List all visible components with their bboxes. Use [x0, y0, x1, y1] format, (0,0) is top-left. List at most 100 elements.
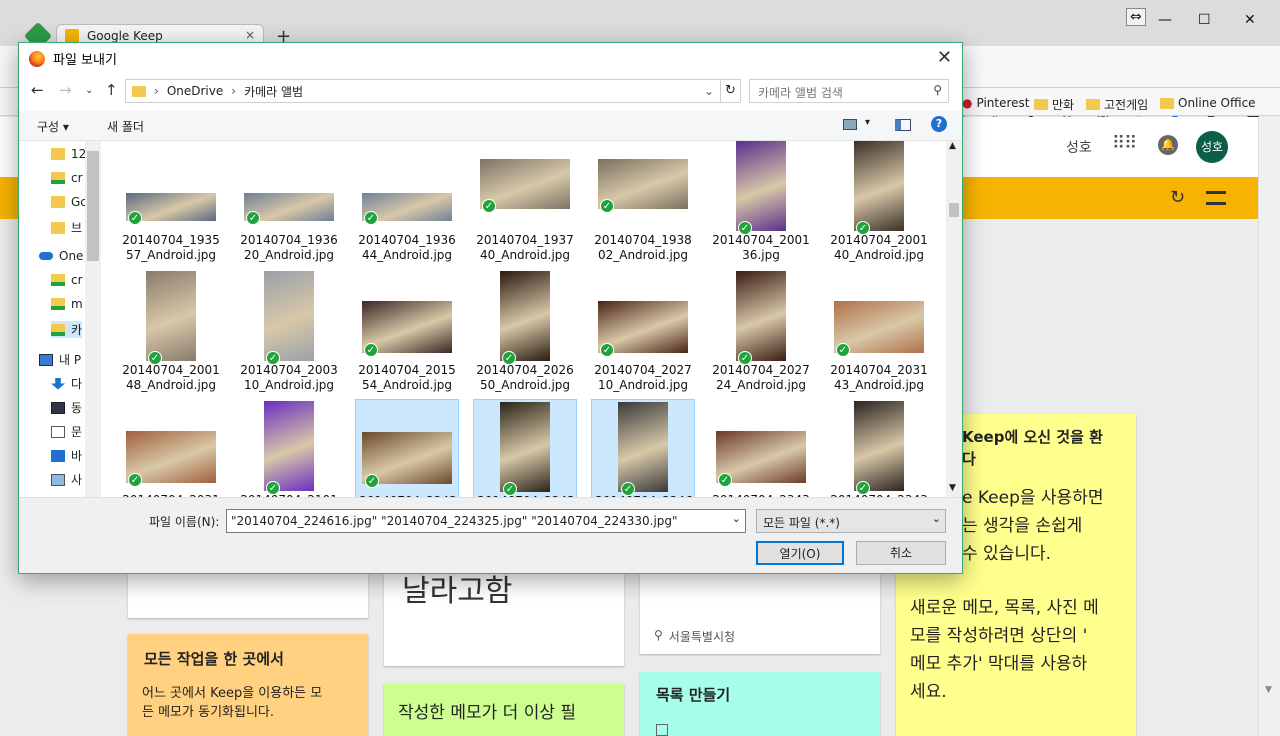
- view-dropdown-icon[interactable]: ▾: [865, 117, 870, 128]
- tree-item[interactable]: 카: [51, 321, 83, 338]
- scroll-down-icon[interactable]: ▼: [1265, 685, 1272, 695]
- tree-item[interactable]: 내 P: [39, 351, 81, 368]
- bookmark-manhwa[interactable]: 만화: [1034, 96, 1074, 113]
- note-card-archive[interactable]: 작성한 메모가 더 이상 필: [384, 684, 624, 736]
- tree-item[interactable]: cr: [51, 273, 83, 287]
- new-folder-button[interactable]: 새 폴더: [107, 118, 144, 135]
- tree-item[interactable]: 동: [51, 399, 82, 416]
- note-title: 목록 만들기: [656, 686, 731, 704]
- tree-item[interactable]: 다: [51, 375, 82, 392]
- tree-item[interactable]: 사: [51, 471, 82, 488]
- filetype-select[interactable]: 모든 파일 (*.*) ⌄: [756, 509, 946, 533]
- tree-item-label: One: [59, 249, 84, 263]
- tree-item[interactable]: 바: [51, 447, 82, 464]
- file-item[interactable]: ✓20140704_224616.jpg: [591, 399, 695, 497]
- note-card-sync[interactable]: 모든 작업을 한 곳에서 어느 곳에서 Keep을 이용하든 모 든 메모가 동…: [128, 634, 368, 736]
- file-item[interactable]: ✓ 20140704_2027 10_Android.jpg: [591, 269, 695, 399]
- file-item[interactable]: ✓ 20140704_2001 40_Android.jpg: [827, 141, 931, 269]
- checkbox-icon[interactable]: [656, 724, 668, 736]
- tree-item[interactable]: m: [51, 297, 83, 311]
- note-body: 새로운 메모, 목록, 사진 메 모를 작성하려면 상단의 ' 메모 추가' 막…: [910, 598, 1099, 702]
- file-item[interactable]: ✓20140704_203148_Android.jpg: [119, 399, 223, 497]
- note-card-location[interactable]: ⚲ 서울특별시청: [640, 560, 880, 654]
- file-item[interactable]: ✓ 20140704_1937 40_Android.jpg: [473, 141, 577, 269]
- file-name-line1: 20140704_2015: [358, 363, 456, 377]
- breadcrumb-chevron-icon: ›: [231, 84, 237, 98]
- close-window-button[interactable]: ✕: [1244, 12, 1256, 28]
- pictures-icon: [51, 473, 65, 486]
- view-options-icon[interactable]: [843, 119, 857, 130]
- bookmark-pinterest[interactable]: ● Pinterest: [962, 96, 1030, 110]
- file-item[interactable]: ✓ 20140704_1936 20_Android.jpg: [237, 141, 341, 269]
- sync-check-icon: ✓: [364, 343, 378, 357]
- tree-scroll-thumb[interactable]: [87, 151, 99, 261]
- tree-item[interactable]: 문: [51, 423, 82, 440]
- cancel-button[interactable]: 취소: [856, 541, 946, 565]
- file-item[interactable]: ✓20140704_224325.jpg: [355, 399, 459, 497]
- minimize-button[interactable]: —: [1158, 12, 1172, 28]
- breadcrumb-camera-album[interactable]: 카메라 앨범: [244, 83, 303, 100]
- file-item[interactable]: ✓ 20140704_1935 57_Android.jpg: [119, 141, 223, 269]
- file-item[interactable]: ✓ 20140704_1938 02_Android.jpg: [591, 141, 695, 269]
- refresh-button[interactable]: ↻: [721, 79, 741, 103]
- tab-close-icon[interactable]: ×: [245, 28, 255, 42]
- tree-item[interactable]: 브: [51, 219, 82, 236]
- tree-item-label: 카: [71, 323, 83, 337]
- note-card-list[interactable]: 목록 만들기: [640, 672, 880, 736]
- back-arrow-icon[interactable]: ←: [31, 81, 44, 99]
- forward-arrow-icon[interactable]: →: [59, 81, 72, 99]
- scroll-thumb[interactable]: [949, 203, 959, 217]
- apps-grid-icon[interactable]: ⠿⠿: [1112, 133, 1137, 154]
- up-arrow-icon[interactable]: ↑: [105, 81, 118, 99]
- file-item[interactable]: ✓ 20140704_2027 24_Android.jpg: [709, 269, 813, 399]
- preview-pane-icon[interactable]: [895, 119, 911, 131]
- recent-dropdown-icon[interactable]: ⌄: [85, 85, 93, 96]
- address-dropdown-icon[interactable]: ⌄: [704, 84, 714, 98]
- file-item[interactable]: ✓ 20140704_2031 43_Android.jpg: [827, 269, 931, 399]
- file-item[interactable]: ✓20140704_210137_Android.jpg: [237, 399, 341, 497]
- filename-dropdown-icon[interactable]: ⌄: [732, 512, 741, 525]
- file-list-scrollbar[interactable]: ▲ ▼: [946, 141, 962, 497]
- file-item[interactable]: ✓ 20140704_1936 44_Android.jpg: [355, 141, 459, 269]
- address-bar[interactable]: › OneDrive › 카메라 앨범 ⌄: [125, 79, 721, 103]
- bookmark-label: 고전게임: [1104, 98, 1149, 112]
- file-item[interactable]: ✓20140704_224330.jpg: [473, 399, 577, 497]
- file-name-line2: 10_Android.jpg: [597, 378, 689, 392]
- scroll-up-icon[interactable]: ▲: [949, 141, 956, 151]
- tree-item[interactable]: 12: [51, 147, 86, 161]
- file-item[interactable]: ✓ 20140704_2003 10_Android.jpg: [237, 269, 341, 399]
- organize-menu[interactable]: 구성 ▾: [37, 118, 69, 135]
- tree-scrollbar[interactable]: [85, 141, 101, 497]
- tree-item[interactable]: One: [39, 249, 83, 263]
- open-button[interactable]: 열기(O): [756, 541, 844, 565]
- page-scrollbar[interactable]: ▼: [1258, 117, 1280, 736]
- file-name-line2: 02_Android.jpg: [597, 248, 689, 262]
- bookmark-online-office[interactable]: Online Office: [1160, 96, 1256, 110]
- scroll-down-icon[interactable]: ▼: [949, 483, 956, 493]
- file-item[interactable]: ✓ 20140704_2001 36.jpg: [709, 141, 813, 269]
- file-item[interactable]: ✓ 20140704_2026 50_Android.jpg: [473, 269, 577, 399]
- file-item[interactable]: ✓ 20140704_2015 54_Android.jpg: [355, 269, 459, 399]
- maximize-button[interactable]: ☐: [1198, 12, 1211, 28]
- refresh-icon[interactable]: ↻: [1170, 187, 1185, 208]
- tree-item[interactable]: Gc: [51, 195, 87, 209]
- note-body: 어느 곳에서 Keep을 이용하든 모 든 메모가 동기화됩니다.: [142, 686, 323, 720]
- search-input[interactable]: 카메라 앨범 검색 ⚲: [749, 79, 949, 103]
- note-card-handwriting[interactable]: 날라고함: [384, 560, 624, 666]
- tree-item[interactable]: cr: [51, 171, 83, 185]
- user-name[interactable]: 성호: [1066, 137, 1092, 157]
- sync-check-icon: ✓: [128, 473, 142, 487]
- avatar[interactable]: 성호: [1196, 131, 1228, 163]
- list-view-icon[interactable]: [1206, 191, 1226, 205]
- bookmark-games[interactable]: 고전게임: [1086, 96, 1148, 113]
- tree-item-label: 동: [71, 401, 83, 415]
- file-item[interactable]: ✓20140704_234324_Android.jpg: [709, 399, 813, 497]
- file-name-line2: 43_Android.jpg: [833, 378, 925, 392]
- file-item[interactable]: ✓20140704_234330_Android.jpg: [827, 399, 931, 497]
- notifications-icon[interactable]: 🔔: [1158, 135, 1178, 155]
- filename-input[interactable]: "20140704_224616.jpg" "20140704_224325.j…: [226, 509, 746, 533]
- breadcrumb-onedrive[interactable]: OneDrive: [167, 84, 223, 98]
- file-item[interactable]: ✓ 20140704_2001 48_Android.jpg: [119, 269, 223, 399]
- dialog-close-button[interactable]: ✕: [937, 47, 952, 68]
- help-icon[interactable]: ?: [931, 116, 947, 132]
